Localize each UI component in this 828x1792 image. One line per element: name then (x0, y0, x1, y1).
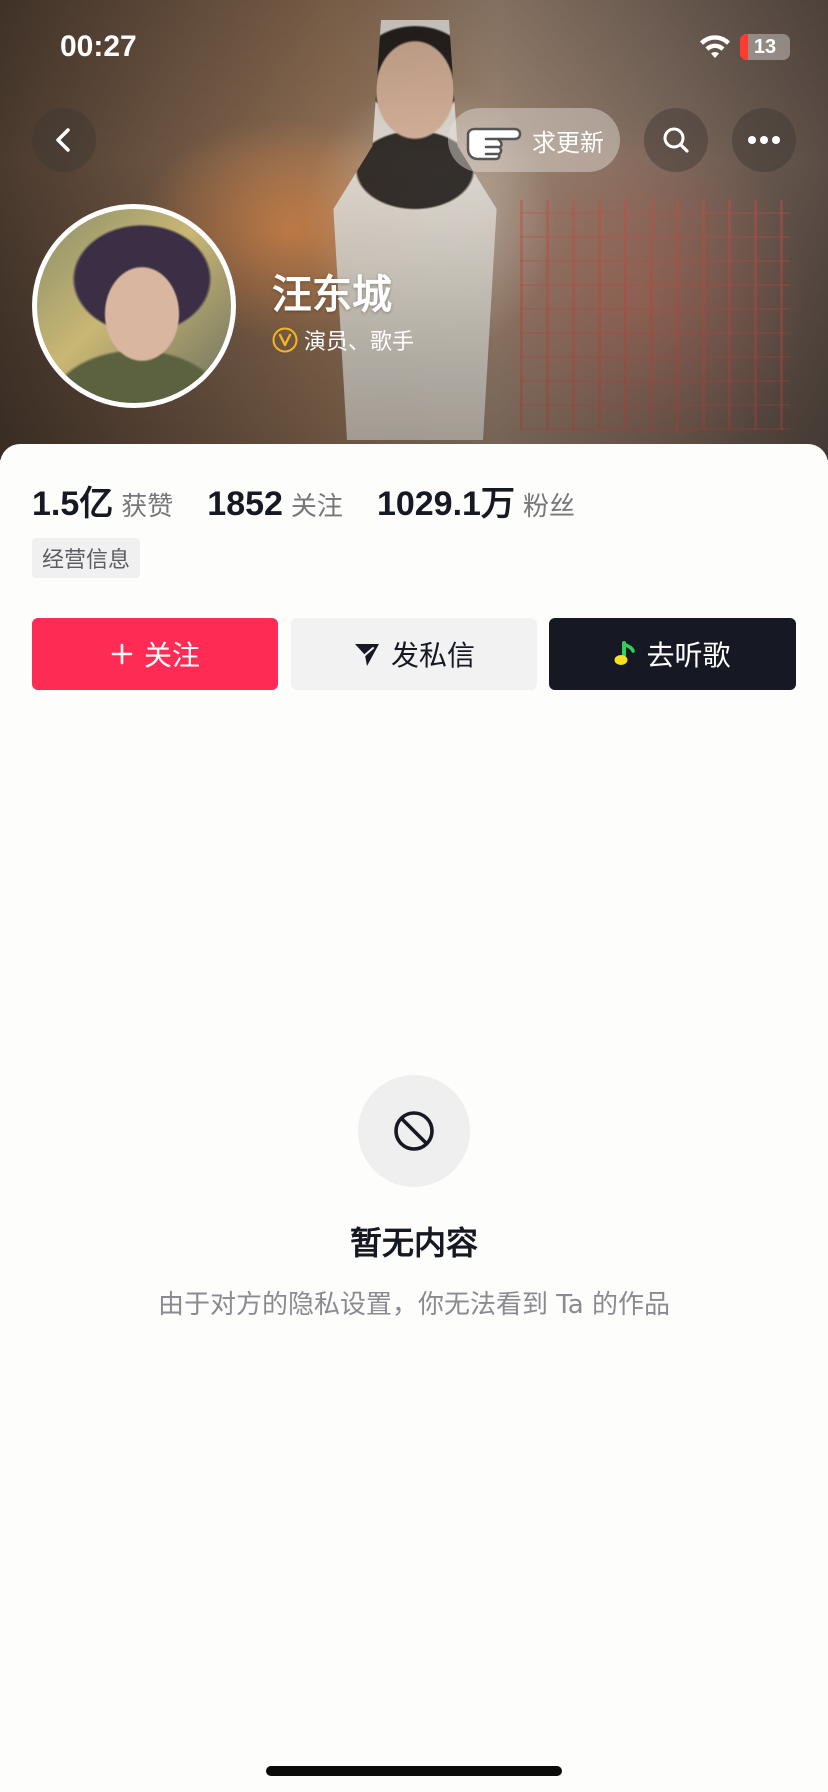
more-button[interactable] (732, 108, 796, 172)
send-message-button[interactable]: 发私信 (291, 618, 537, 690)
profile-panel: 1.5亿 获赞 1852 关注 1029.1万 粉丝 经营信息 关注 发私信 去… (0, 444, 828, 1792)
stat-label: 关注 (290, 492, 343, 522)
verification-row: 演员、歌手 (272, 324, 414, 356)
more-dots-icon (748, 136, 780, 144)
follow-button[interactable]: 关注 (32, 618, 278, 690)
empty-state-title: 暂无内容 (349, 1224, 478, 1262)
stat-label: 获赞 (121, 492, 174, 522)
business-info-tag[interactable]: 经营信息 (32, 538, 141, 578)
battery-text: 13 (753, 36, 777, 58)
plus-icon (111, 643, 133, 665)
stat-fans[interactable]: 1029.1万 粉丝 (377, 476, 575, 525)
listen-music-label: 去听歌 (646, 639, 731, 672)
stat-value: 1.5亿 (32, 485, 114, 523)
stat-label: 粉丝 (522, 492, 575, 522)
avatar[interactable] (32, 204, 236, 408)
chevron-left-icon (56, 128, 70, 152)
stats-row: 1.5亿 获赞 1852 关注 1029.1万 粉丝 (32, 476, 609, 525)
battery-indicator: 13 (740, 34, 790, 60)
wifi-icon (700, 35, 730, 58)
request-update-label: 求更新 (532, 128, 604, 157)
back-button[interactable] (32, 108, 96, 172)
send-plane-icon (354, 644, 379, 666)
stat-value: 1852 (207, 485, 283, 523)
verification-label: 演员、歌手 (304, 330, 415, 355)
home-indicator[interactable] (266, 1766, 562, 1776)
search-icon (663, 127, 689, 153)
stat-value: 1029.1万 (376, 485, 515, 523)
music-note-icon (614, 641, 636, 665)
empty-state-description: 由于对方的隐私设置，你无法看到 Ta 的作品 (157, 1290, 671, 1320)
listen-music-button[interactable]: 去听歌 (549, 618, 796, 690)
stat-likes[interactable]: 1.5亿 获赞 (32, 476, 173, 525)
stat-following[interactable]: 1852 关注 (207, 485, 343, 524)
status-time: 00:27 (60, 30, 137, 63)
empty-state-badge (358, 1075, 470, 1187)
follow-label: 关注 (143, 639, 200, 672)
profile-name: 汪东城 (272, 272, 392, 318)
pointing-hand-icon (466, 127, 522, 161)
request-update-button[interactable]: 求更新 (448, 108, 620, 172)
send-message-label: 发私信 (390, 639, 475, 672)
verified-badge-icon (272, 327, 298, 353)
search-button[interactable] (644, 108, 708, 172)
prohibited-icon (394, 1111, 434, 1151)
